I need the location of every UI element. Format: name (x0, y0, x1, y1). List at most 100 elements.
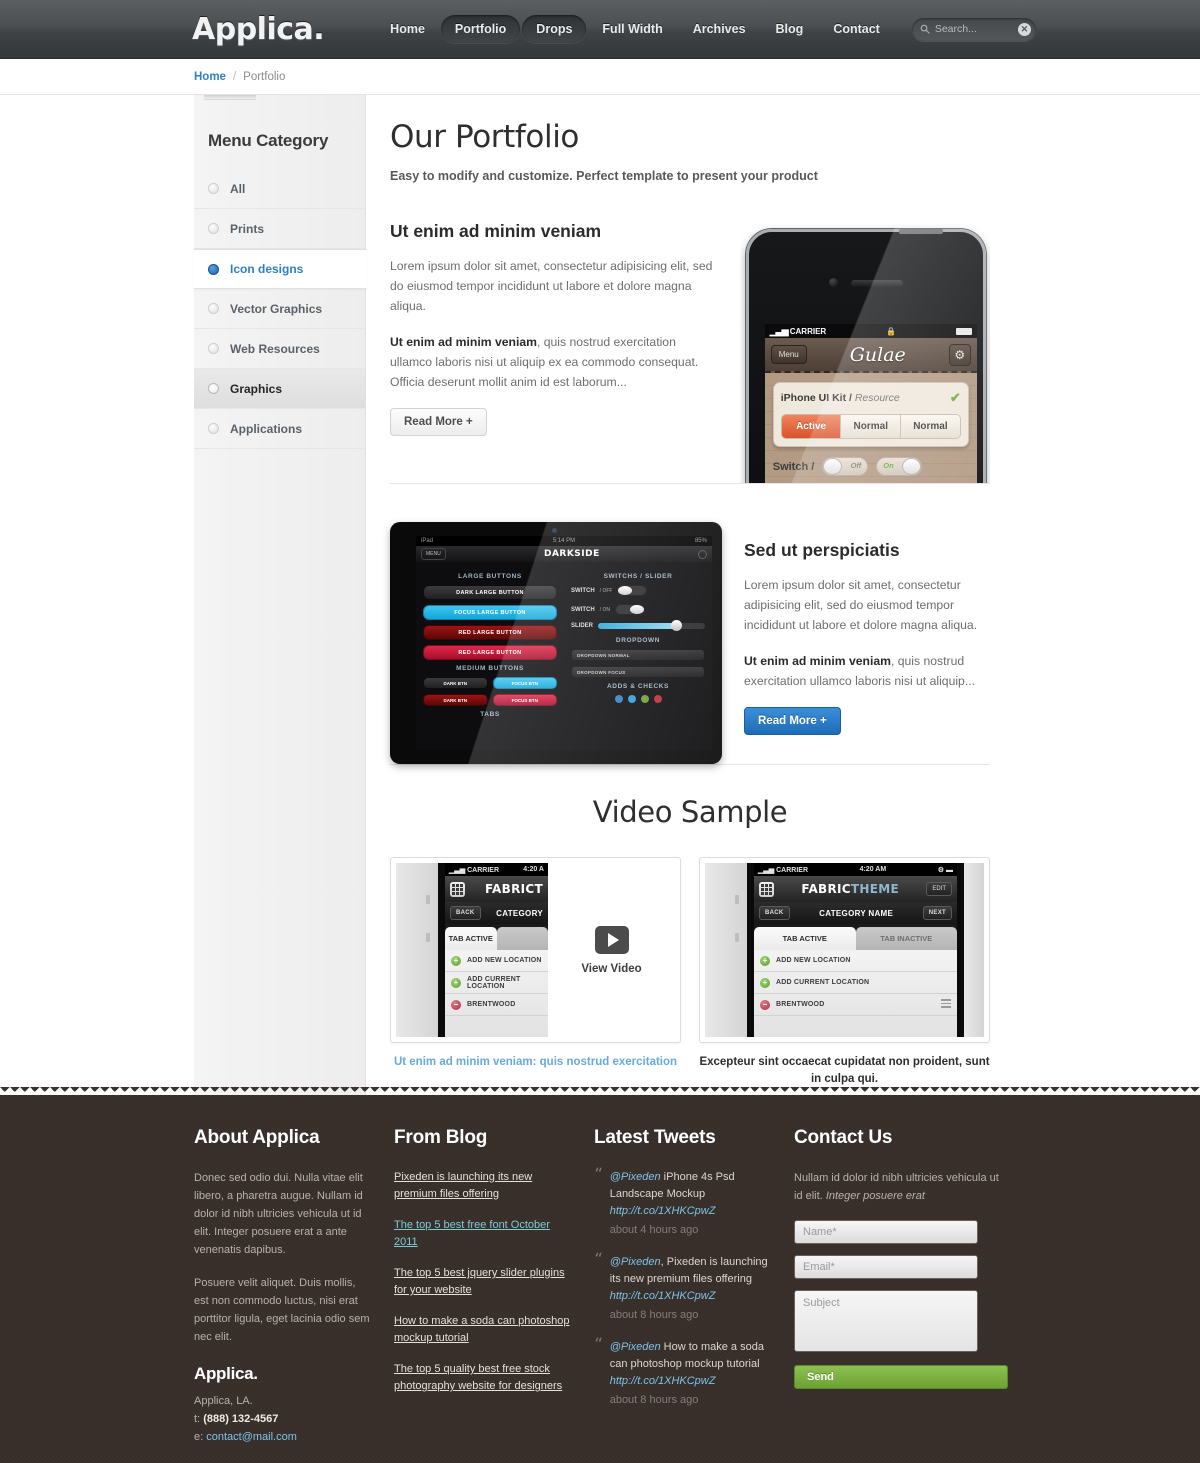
contact-subject-textarea[interactable] (794, 1290, 978, 1352)
phone-side (964, 863, 984, 1037)
speaker-icon (850, 280, 903, 287)
phone-edit-button: EDIT (926, 882, 952, 896)
phone-carrier: ▁▃▅ CARRIER (449, 866, 499, 874)
sidebar-item-web-resources[interactable]: Web Resources (194, 329, 365, 369)
tweet-item-2: “ @Pixeden, Pixeden is launching its new… (594, 1250, 770, 1324)
nav-item-contact[interactable]: Contact (819, 15, 894, 43)
phone-edge (747, 863, 754, 1037)
footer-about-heading: About Applica (194, 1127, 320, 1148)
add-icon (640, 695, 649, 703)
read-more-button-1[interactable]: Read More + (390, 408, 487, 436)
play-icon[interactable] (594, 925, 629, 954)
video-thumbnail-1[interactable]: ▁▃▅ CARRIER 4:20 A FABRICT BACK CATEGORY… (390, 857, 681, 1043)
site-logo[interactable]: Applica. (192, 12, 325, 47)
camera-icon (552, 528, 557, 533)
ipad-screen: iPad 5:14 PM 85% MENU DARKSIDE LARGE BUT… (416, 536, 712, 750)
phone-status-bar: ▁▃▅ CARRIER 4:20 AM ⚙ ▬ (754, 863, 957, 876)
sidebar-item-all[interactable]: All (194, 169, 365, 209)
check-icon: ✔ (949, 390, 961, 405)
tweet-handle[interactable]: @Pixeden (610, 1171, 661, 1183)
section-heading: Ut enim ad minim veniam (390, 221, 602, 241)
phone-mockup-2: ▁▃▅ CARRIER 4:20 AM ⚙ ▬ FABRICTHEME EDIT (705, 863, 984, 1037)
video-play-area[interactable]: View Video (548, 863, 675, 1037)
search-clear-icon[interactable]: ✕ (1017, 22, 1031, 36)
sidebar: Menu Category All Prints Icon designs Ve… (194, 95, 367, 1095)
video-thumbnail-2[interactable]: ▁▃▅ CARRIER 4:20 AM ⚙ ▬ FABRICTHEME EDIT (699, 857, 990, 1043)
sidebar-item-label: Web Resources (230, 341, 320, 356)
nav-item-home[interactable]: Home (376, 15, 439, 43)
portfolio-item-2-text: Sed ut perspiciatis Lorem ipsum dolor si… (744, 522, 990, 764)
footer-phone-line: t: (888) 132-4567 (194, 1413, 279, 1425)
nav-item-drops[interactable]: Drops (522, 15, 587, 43)
tweet-handle[interactable]: @Pixeden (610, 1256, 661, 1268)
blog-link-1[interactable]: Pixeden is launching its new premium fil… (394, 1169, 570, 1203)
video-caption-1[interactable]: Ut enim ad minim veniam: quis nostrud ex… (390, 1054, 681, 1071)
page-subtitle: Easy to modify and customize. Perfect te… (390, 169, 818, 183)
breadcrumb-home[interactable]: Home (194, 71, 226, 83)
phone-mockup-1: ▁▃▅ CARRIER 4:20 A FABRICT BACK CATEGORY… (396, 863, 548, 1037)
sidebar-menu: All Prints Icon designs Vector Graphics (194, 169, 367, 449)
phone-time: 4:20 A (523, 866, 544, 873)
tweet-url[interactable]: http://t.co/1XHKCpwZ (610, 1290, 716, 1302)
tweet-body: @Pixeden, Pixeden is launching its new p… (610, 1254, 770, 1324)
ipad-status-battery: 85% (694, 538, 707, 544)
sidebar-item-label: Graphics (230, 381, 283, 396)
sidebar-item-graphics[interactable]: Graphics (194, 369, 365, 409)
list-item: + ADD CURRENT LOCATION (445, 972, 548, 994)
sidebar-item-vector-graphics[interactable]: Vector Graphics (194, 289, 365, 329)
ipad-left-column: LARGE BUTTONS DARK LARGE BUTTON FOCUS LA… (416, 562, 564, 750)
phone-back-button: BACK (450, 906, 481, 920)
read-more-button-2[interactable]: Read More + (744, 707, 841, 735)
footer-email-line: e: contact@mail.com (194, 1431, 297, 1443)
grid-icon (450, 881, 465, 897)
nav-item-blog[interactable]: Blog (762, 15, 818, 43)
ipad-slider-row: SLIDER (571, 620, 705, 631)
blog-link-2[interactable]: The top 5 best free font October 2011 (394, 1217, 570, 1251)
iphone-top-slot (898, 229, 943, 234)
phone-list: + ADD NEW LOCATION + ADD CURRENT LOCATION … (754, 950, 957, 1037)
quote-icon: “ (594, 1250, 603, 1270)
tweet-url[interactable]: http://t.co/1XHKCpwZ (610, 1205, 716, 1217)
segment-normal-1: Normal (841, 415, 902, 438)
section-paragraph-1: Lorem ipsum dolor sit amet, consectetur … (744, 578, 978, 632)
tweet-url[interactable]: http://t.co/1XHKCpwZ (610, 1375, 716, 1387)
blog-link-5[interactable]: The top 5 quality best free stock photog… (394, 1361, 570, 1395)
plus-icon: + (451, 977, 461, 988)
battery-icon (955, 327, 972, 335)
sidebar-item-icon-designs[interactable]: Icon designs (194, 249, 367, 289)
phone-tabs: TAB ACTIVE TAB INACTIVE (754, 924, 957, 950)
contact-send-button[interactable]: Send (794, 1365, 1008, 1389)
nav-item-full-width[interactable]: Full Width (588, 15, 676, 43)
iphone-app-name: Gulae (849, 343, 906, 366)
iphone-screen: ▁▃▅ CARRIER 🔒 Menu Gulae ⚙ iPhone UI Kit… (764, 324, 977, 483)
tweet-handle[interactable]: @Pixeden (610, 1341, 661, 1353)
page-root: Applica. Home Portfolio Drops Full Width… (0, 0, 1200, 1463)
phone-status-bar: ▁▃▅ CARRIER 4:20 A (445, 863, 548, 876)
footer-email-link[interactable]: contact@mail.com (206, 1431, 297, 1443)
ipad-switch-label-1: SWITCH (571, 587, 595, 594)
search-input[interactable] (934, 23, 1018, 35)
list-item: + ADD NEW LOCATION (754, 950, 957, 972)
video-sample-section: Video Sample ▁▃▅ CARRIER 4:20 A FABRICT … (390, 765, 990, 1122)
contact-name-input[interactable] (794, 1220, 978, 1244)
blog-link-4[interactable]: How to make a soda can photoshop mockup … (394, 1313, 570, 1347)
footer-blog-heading: From Blog (394, 1127, 488, 1148)
nav-item-archives[interactable]: Archives (679, 15, 760, 43)
sidebar-item-prints[interactable]: Prints (194, 209, 365, 249)
phone-tab-active: TAB ACTIVE (754, 927, 856, 950)
footer-zigzag (0, 1087, 1200, 1096)
search-box[interactable]: ✕ (911, 17, 1036, 41)
main-content: Our Portfolio Easy to modify and customi… (367, 95, 1008, 1122)
sidebar-item-applications[interactable]: Applications (194, 409, 365, 449)
contact-email-input[interactable] (794, 1255, 978, 1279)
ipad-switch-label-2: SWITCH (571, 606, 595, 613)
blog-link-3[interactable]: The top 5 best jquery slider plugins for… (394, 1265, 570, 1299)
ipad-medium-row-1: DARK BTN FOCUS BTN (423, 677, 557, 689)
nav-item-portfolio[interactable]: Portfolio (440, 15, 521, 43)
ipad-large-button-4: RED LARGE BUTTON (423, 645, 557, 660)
info-icon (614, 695, 623, 703)
phone-tabs: TAB ACTIVE (445, 924, 548, 950)
portfolio-item-2: iPad 5:14 PM 85% MENU DARKSIDE LARGE BUT… (390, 484, 990, 765)
ipad-switches-heading: SWITCHS / SLIDER (603, 573, 673, 580)
toggle-off-icon (617, 585, 648, 596)
